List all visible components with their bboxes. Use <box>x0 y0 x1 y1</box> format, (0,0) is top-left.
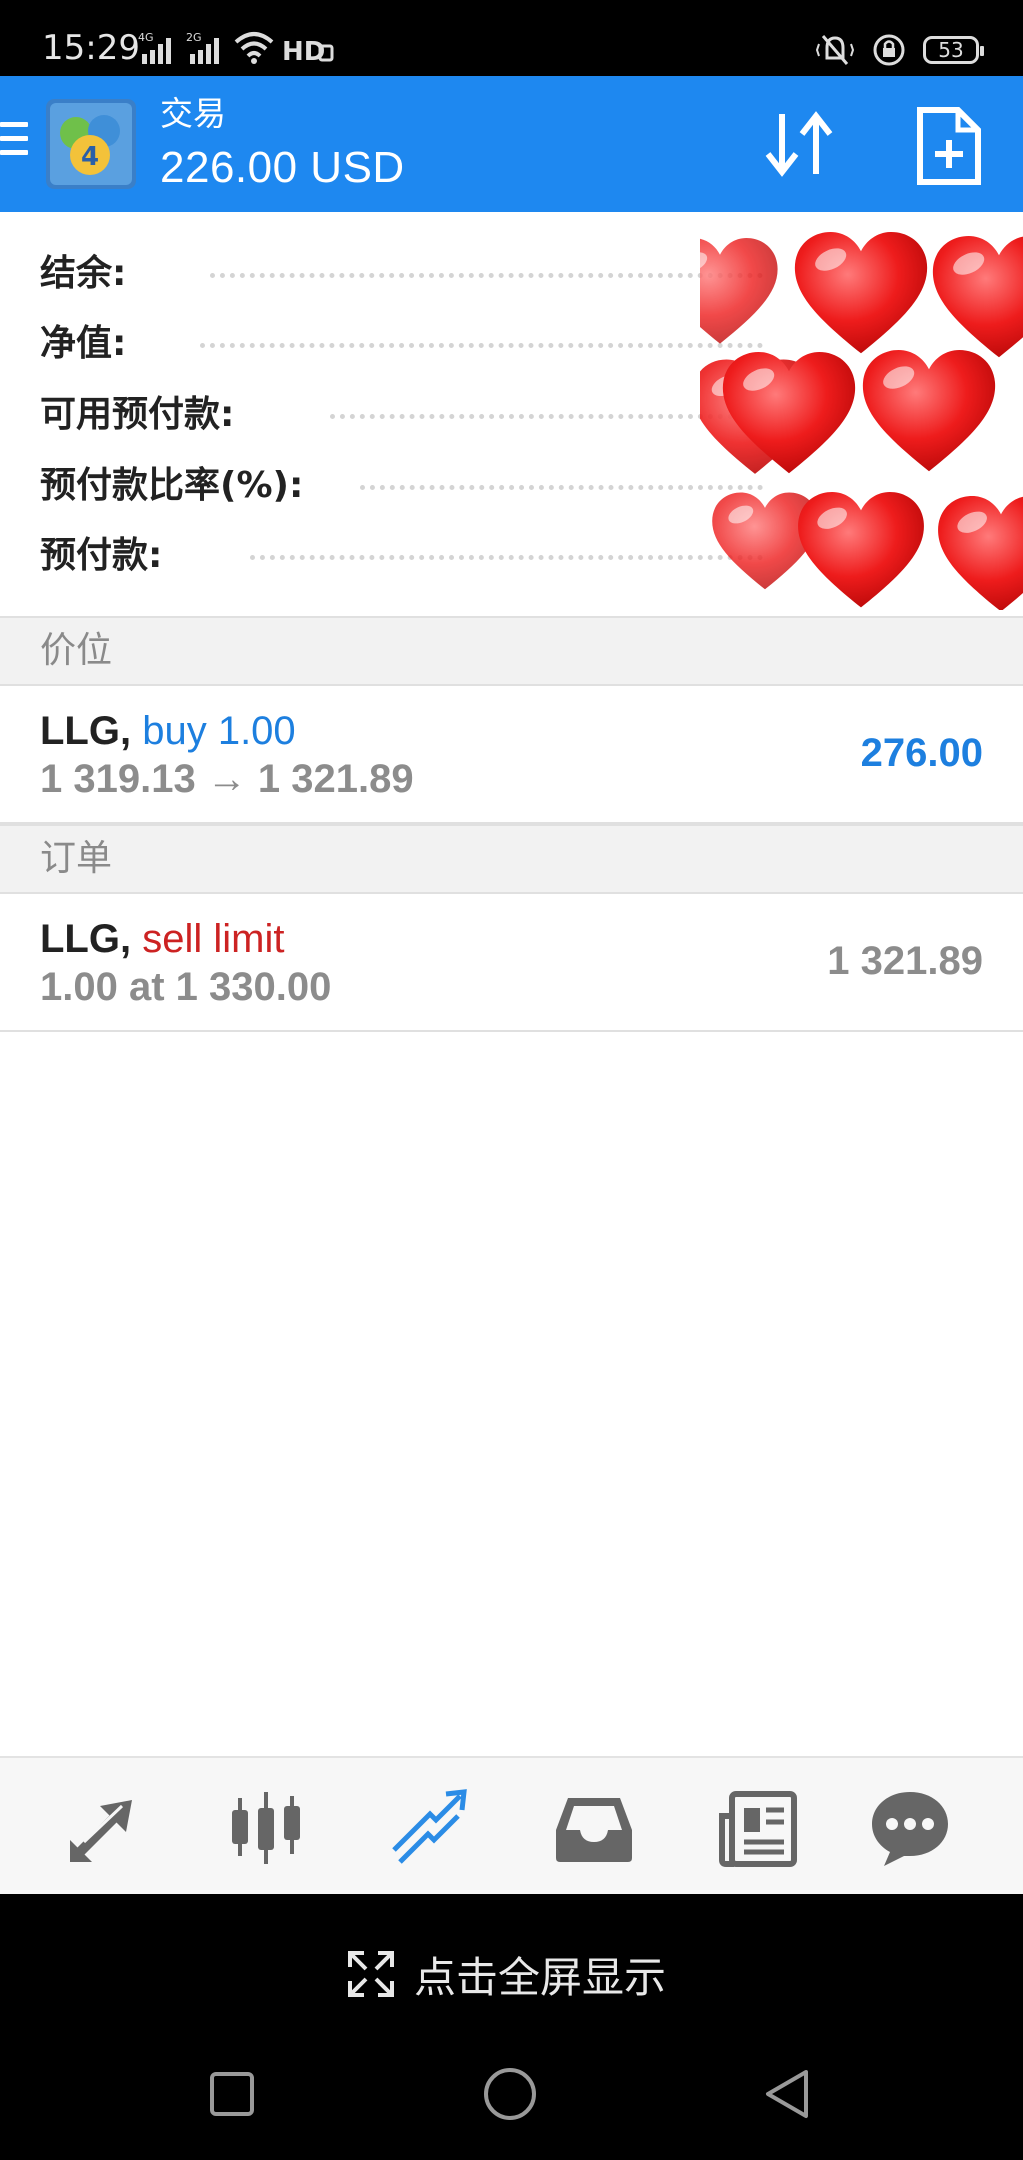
orders-header: 订单 <box>0 824 1023 894</box>
home-icon <box>484 2068 536 2120</box>
nav-history[interactable] <box>552 1786 636 1870</box>
menu-icon[interactable] <box>0 122 30 162</box>
nav-quotes[interactable] <box>62 1786 146 1870</box>
account-balance: 226.00 USD <box>160 143 405 192</box>
bottom-nav <box>0 1756 1023 1894</box>
signal-2g-icon: 2G <box>186 31 219 64</box>
signal-4g-icon: 4G <box>138 31 171 64</box>
nav-chat[interactable] <box>868 1786 952 1870</box>
status-time: 15:29 <box>42 28 140 68</box>
chat-icon <box>872 1792 948 1866</box>
position-symbol: LLG, <box>40 709 132 753</box>
positions-header: 价位 <box>0 616 1023 686</box>
status-icons-right: 53 <box>815 30 984 70</box>
history-icon <box>556 1798 632 1862</box>
sort-button[interactable] <box>760 104 840 184</box>
summary-label: 净值: <box>40 314 141 374</box>
fullscreen-hint[interactable]: 点击全屏显示 <box>346 1936 666 2012</box>
news-icon <box>719 1791 797 1867</box>
position-profit: 276.00 <box>860 731 983 775</box>
hearts-sticker <box>700 232 1023 610</box>
fullscreen-text: 点击全屏显示 <box>414 1952 667 2002</box>
summary-label: 结余: <box>40 244 141 304</box>
nav-news[interactable] <box>716 1786 800 1870</box>
vibrate-icon <box>815 35 855 65</box>
position-row[interactable]: LLG, buy 1.00 1 319.13 → 1 321.89 276.00 <box>0 686 1023 824</box>
expand-icon <box>348 1951 394 1997</box>
back-button[interactable] <box>758 2064 818 2124</box>
summary-label: 可用预付款: <box>40 385 249 445</box>
position-prices: 1 319.13 → 1 321.89 <box>40 757 414 801</box>
back-icon <box>766 2070 808 2118</box>
wifi-icon <box>234 32 274 64</box>
status-icons-left: 4G 2G HD <box>138 30 334 66</box>
order-details: 1.00 at 1 330.00 <box>40 965 332 1009</box>
position-action: buy 1.00 <box>142 709 296 753</box>
order-action: sell limit <box>142 917 285 961</box>
app-bar: 4 交易 226.00 USD <box>0 76 1023 212</box>
section-title: 订单 <box>40 838 113 879</box>
section-title: 价位 <box>40 630 113 671</box>
lock-icon <box>873 34 905 66</box>
recent-apps-button[interactable] <box>202 2064 262 2124</box>
leader-dots <box>200 343 763 348</box>
new-order-button[interactable] <box>912 104 986 188</box>
fullscreen-bar: 点击全屏显示 <box>0 1894 1023 2160</box>
leader-dots <box>210 273 763 278</box>
summary-label: 预付款比率(%): <box>40 456 318 516</box>
quotes-icon <box>70 1800 132 1862</box>
order-row[interactable]: LLG, sell limit 1.00 at 1 330.00 1 321.8… <box>0 894 1023 1032</box>
svg-text:4: 4 <box>81 142 99 172</box>
sort-icon <box>765 111 833 177</box>
summary-label: 预付款: <box>40 526 177 586</box>
leader-dots <box>250 555 763 560</box>
svg-text:4G: 4G <box>138 31 154 44</box>
order-current-price: 1 321.89 <box>827 939 983 983</box>
app-logo: 4 <box>46 99 136 189</box>
account-summary: 结余: 净值: 可用预付款: 预付款比率(%): 预付款: <box>0 212 1023 616</box>
nav-trade[interactable] <box>388 1786 472 1870</box>
status-bar: 15:29 4G 2G HD 53 <box>0 0 1023 76</box>
order-title: LLG, sell limit <box>40 916 284 962</box>
order-symbol: LLG, <box>40 917 132 961</box>
chart-icon <box>232 1792 300 1864</box>
new-order-icon <box>917 107 981 185</box>
battery-icon: 53 <box>923 36 984 64</box>
page-title: 交易 <box>160 94 226 133</box>
svg-text:2G: 2G <box>186 31 202 44</box>
home-button[interactable] <box>480 2064 540 2124</box>
trade-icon <box>392 1789 467 1864</box>
leader-dots <box>330 414 763 419</box>
hd-icon: HD <box>282 37 334 66</box>
nav-chart[interactable] <box>224 1786 308 1870</box>
recent-apps-icon <box>210 2072 254 2116</box>
position-title: LLG, buy 1.00 <box>40 708 296 754</box>
